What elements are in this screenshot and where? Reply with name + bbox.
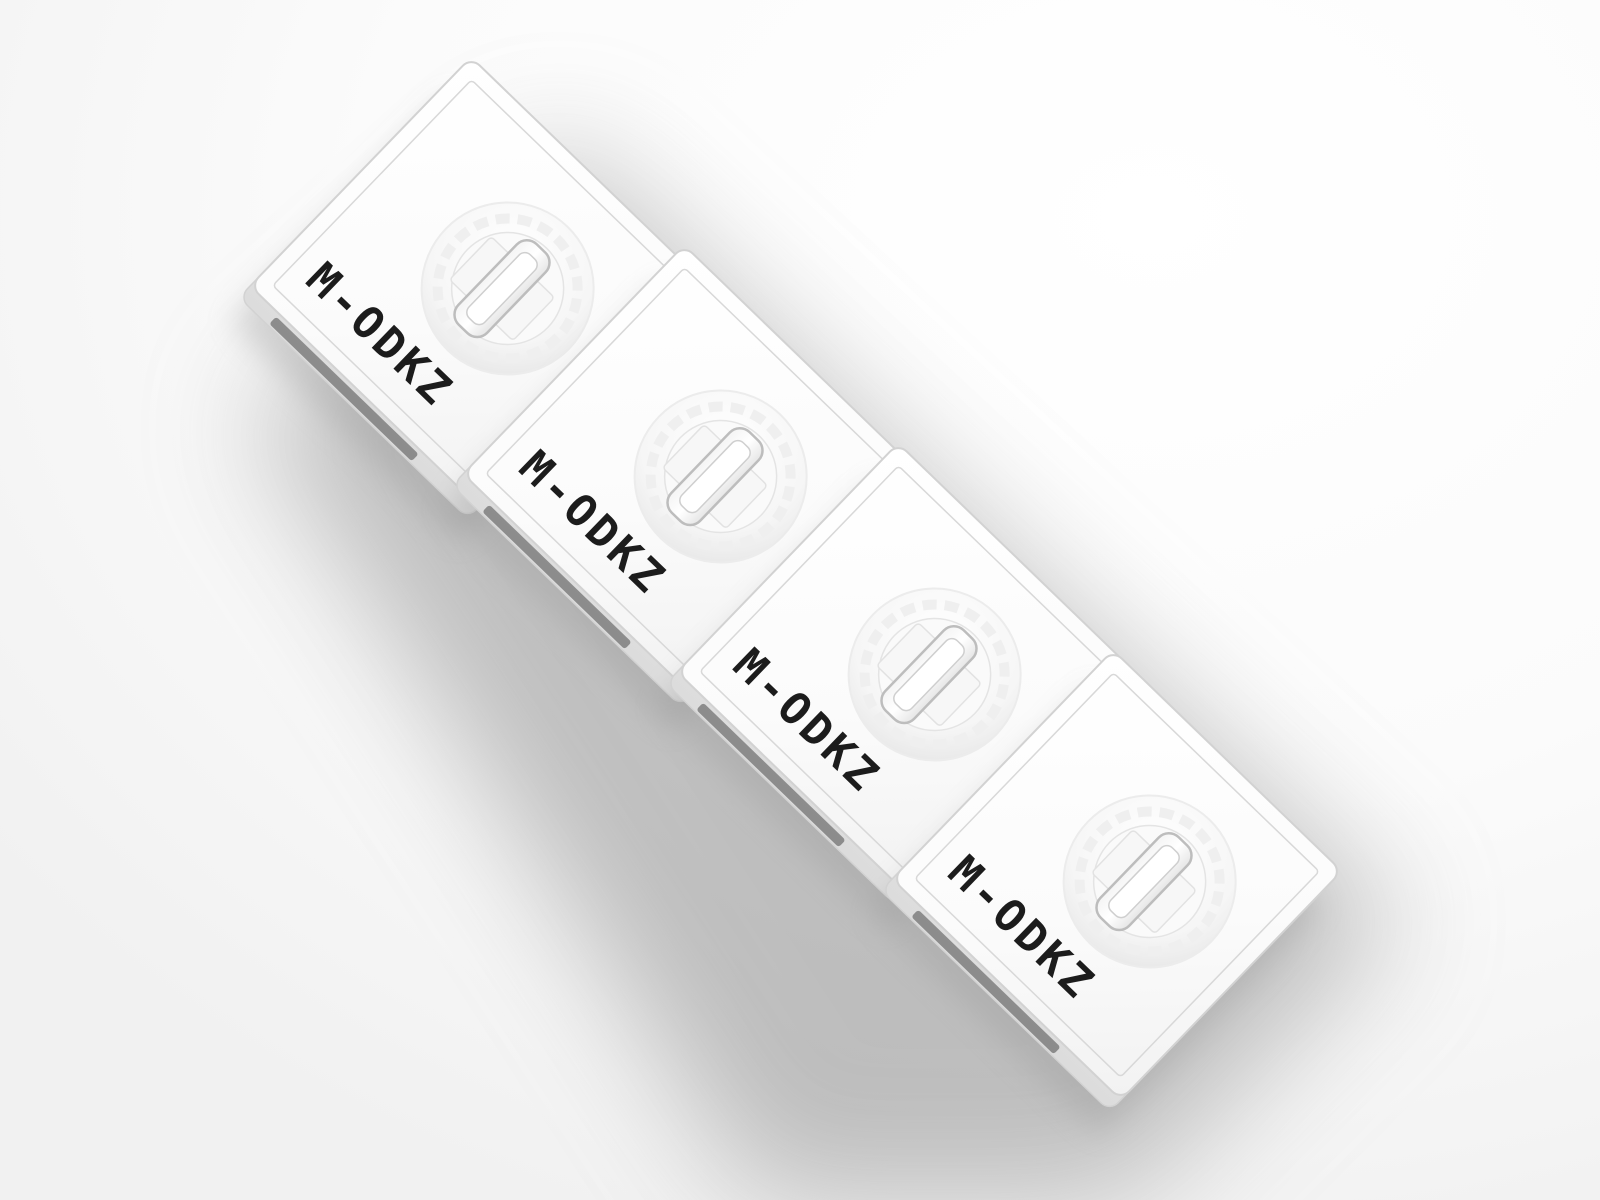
product-render: M-ODKZM-ODKZM-ODKZM-ODKZ: [0, 0, 1600, 1200]
